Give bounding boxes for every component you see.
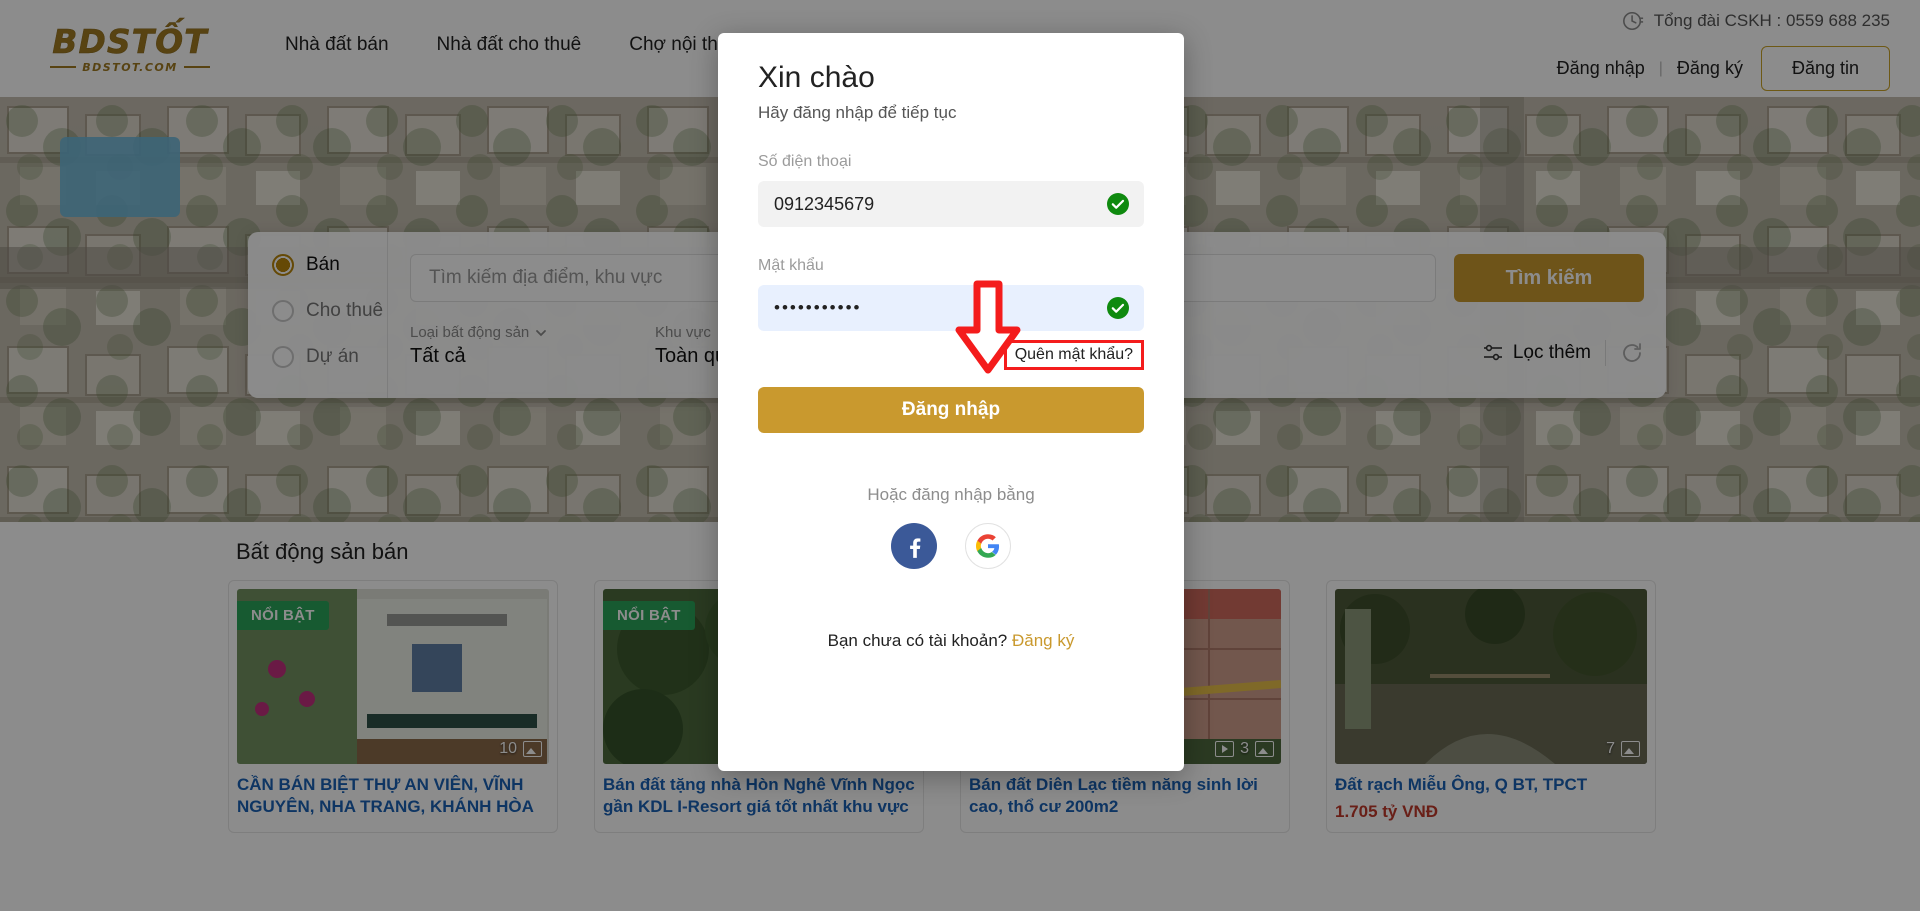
modal-title: Xin chào <box>758 61 875 94</box>
forgot-password-link[interactable]: Quên mật khẩu? <box>1003 340 1144 370</box>
forgot-password-row: Quên mật khẩu? <box>758 340 1144 370</box>
signup-prompt-text: Bạn chưa có tài khoản? <box>827 631 1008 650</box>
check-circle-icon <box>1107 297 1129 319</box>
password-field-label: Mật khẩu <box>758 257 824 274</box>
social-login-buttons <box>758 523 1144 569</box>
social-login-divider-text: Hoặc đăng nhập bằng <box>867 485 1035 504</box>
password-field[interactable]: ••••••••••• <box>758 285 1144 331</box>
signup-link[interactable]: Đăng ký <box>1012 631 1074 650</box>
red-down-arrow-annotation <box>955 280 1021 374</box>
login-modal: Xin chào Hãy đăng nhập để tiếp tục Số đi… <box>718 33 1184 771</box>
facebook-login-button[interactable] <box>891 523 937 569</box>
phone-field-label: Số điện thoại <box>758 153 852 170</box>
signup-prompt-row: Bạn chưa có tài khoản? Đăng ký <box>758 631 1144 651</box>
phone-field[interactable]: 0912345679 <box>758 181 1144 227</box>
phone-field-value: 0912345679 <box>774 193 875 214</box>
check-circle-icon <box>1107 193 1129 215</box>
login-submit-button[interactable]: Đăng nhập <box>758 387 1144 433</box>
password-field-value: ••••••••••• <box>774 298 862 317</box>
google-login-button[interactable] <box>965 523 1011 569</box>
google-icon <box>976 534 1000 558</box>
modal-subtitle: Hãy đăng nhập để tiếp tục <box>758 103 957 122</box>
facebook-icon <box>910 538 921 558</box>
